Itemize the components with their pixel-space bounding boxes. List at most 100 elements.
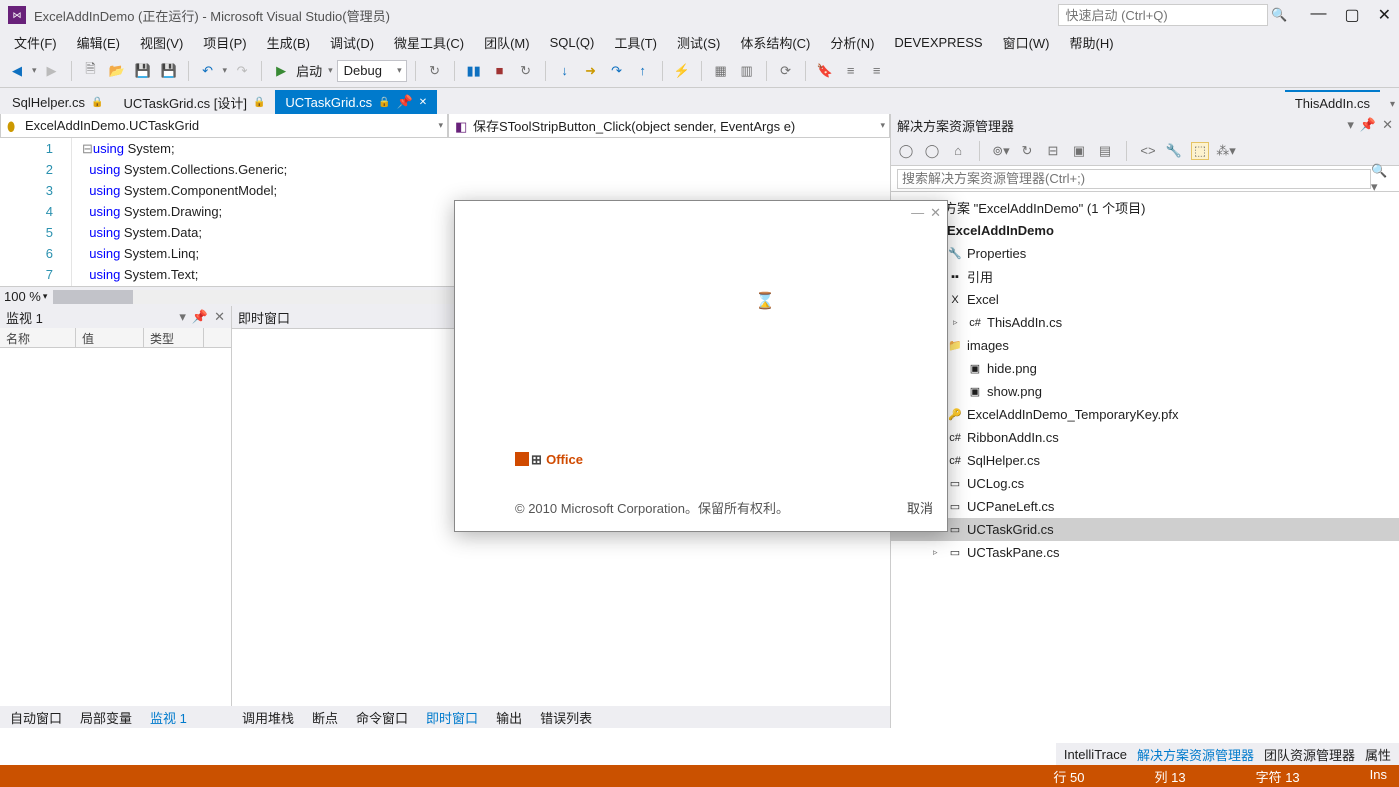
tree-item[interactable]: ▣hide.png [891, 357, 1399, 380]
tree-item[interactable]: ▪▪引用 [891, 265, 1399, 288]
panel-tab[interactable]: 错误列表 [536, 706, 596, 729]
panel-tab[interactable]: 调用堆栈 [238, 706, 298, 729]
panel-tab[interactable]: 命令窗口 [352, 706, 412, 729]
menu-item[interactable]: SQL(Q) [542, 33, 603, 52]
sync-icon[interactable]: ⊚▾ [992, 142, 1010, 160]
document-tab[interactable]: ThisAddIn.cs [1285, 90, 1380, 114]
tree-item[interactable]: 🔑ExcelAddInDemo_TemporaryKey.pfx [891, 403, 1399, 426]
minimize-icon[interactable]: — [911, 205, 924, 221]
tree-item[interactable]: 🔧Properties [891, 242, 1399, 265]
search-icon[interactable]: 🔍 [1268, 4, 1290, 26]
show-next-icon[interactable]: ➜ [580, 60, 602, 82]
menu-item[interactable]: DEVEXPRESS [886, 33, 990, 52]
watch-column-header[interactable]: 类型 [144, 328, 204, 347]
comment-icon[interactable]: ≡ [840, 60, 862, 82]
tree-item[interactable]: ▹▭UCTaskPane.cs [891, 541, 1399, 564]
menu-item[interactable]: 测试(S) [669, 31, 728, 54]
step-out-icon[interactable]: ↑ [632, 60, 654, 82]
cancel-button[interactable]: 取消 [907, 498, 933, 517]
uncomment-icon[interactable]: ≡ [866, 60, 888, 82]
panel-tab[interactable]: 自动窗口 [6, 706, 66, 729]
tree-item[interactable]: ▭UCLog.cs [891, 472, 1399, 495]
menu-item[interactable]: 视图(V) [132, 31, 191, 54]
document-tab[interactable]: UCTaskGrid.cs [设计]🔒 [113, 90, 275, 114]
pin-icon[interactable]: 📌 [397, 94, 413, 110]
watch-column-header[interactable]: 名称 [0, 328, 76, 347]
class-view-icon[interactable]: ⁂▾ [1217, 142, 1235, 160]
menu-item[interactable]: 文件(F) [6, 31, 65, 54]
menu-item[interactable]: 体系结构(C) [732, 31, 818, 54]
menu-item[interactable]: 项目(P) [195, 31, 254, 54]
menu-item[interactable]: 调试(D) [322, 31, 382, 54]
config-combo[interactable]: Debug [337, 60, 407, 82]
show-all-icon[interactable]: ▣ [1070, 142, 1088, 160]
solution-search-input[interactable] [897, 169, 1371, 189]
restart-icon[interactable]: ↻ [515, 60, 537, 82]
panel-tab[interactable]: 解决方案资源管理器 [1137, 745, 1254, 764]
zoom-level[interactable]: 100 % [4, 289, 41, 304]
menu-item[interactable]: 团队(M) [476, 31, 538, 54]
layout-icon[interactable]: ▥ [736, 60, 758, 82]
close-icon[interactable]: ✕ [1382, 117, 1393, 133]
pause-icon[interactable]: ▮▮ [463, 60, 485, 82]
menu-item[interactable]: 生成(B) [259, 31, 318, 54]
watch-column-header[interactable]: 值 [76, 328, 144, 347]
fwd-icon[interactable]: ◯ [923, 142, 941, 160]
nav-back-icon[interactable]: ◀ [6, 60, 28, 82]
menu-item[interactable]: 分析(N) [822, 31, 882, 54]
tree-item[interactable]: 📁images [891, 334, 1399, 357]
grid-icon[interactable]: ▦ [710, 60, 732, 82]
pin-icon[interactable]: 🔒 [378, 97, 390, 108]
tree-item[interactable]: ▹▭UCTaskGrid.cs [891, 518, 1399, 541]
code-icon[interactable]: <> [1139, 142, 1157, 160]
start-debug-icon[interactable]: ▶ [270, 60, 292, 82]
browser-link-icon[interactable]: ↻ [424, 60, 446, 82]
undo-icon[interactable]: ↶ [197, 60, 219, 82]
sync-doc-icon[interactable]: ⬚ [1191, 142, 1209, 160]
preview-icon[interactable]: ▤ [1096, 142, 1114, 160]
type-nav-combo[interactable]: ⬮ ExcelAddInDemo.UCTaskGrid [0, 114, 448, 138]
step-into-icon[interactable]: ↓ [554, 60, 576, 82]
quick-launch-input[interactable] [1058, 4, 1268, 26]
pin-icon[interactable]: 🔒 [253, 97, 265, 108]
close-icon[interactable]: ✕ [214, 309, 225, 325]
refresh-icon[interactable]: ↻ [1018, 142, 1036, 160]
tree-item[interactable]: ▿c#ExcelAddInDemo [891, 219, 1399, 242]
close-icon[interactable]: ✕ [419, 97, 427, 108]
watch-body[interactable] [0, 348, 231, 706]
pin-icon[interactable]: 📌 [192, 309, 208, 325]
tree-item[interactable]: ▭UCPaneLeft.cs [891, 495, 1399, 518]
bookmark-icon[interactable]: 🔖 [814, 60, 836, 82]
tree-item[interactable]: ▹c#ThisAddIn.cs [891, 311, 1399, 334]
panel-menu-icon[interactable]: ▾ [1347, 117, 1354, 133]
menu-item[interactable]: 编辑(E) [69, 31, 128, 54]
panel-menu-icon[interactable]: ▾ [179, 309, 186, 325]
search-icon[interactable]: 🔍▾ [1371, 168, 1393, 190]
menu-item[interactable]: 工具(T) [606, 31, 665, 54]
tree-item[interactable]: ⊡决方案 "ExcelAddInDemo" (1 个项目) [891, 196, 1399, 219]
redo-icon[interactable]: ↷ [231, 60, 253, 82]
panel-tab[interactable]: 断点 [308, 706, 342, 729]
solution-tree[interactable]: ⊡决方案 "ExcelAddInDemo" (1 个项目)▿c#ExcelAdd… [891, 192, 1399, 728]
tree-item[interactable]: ▿XExcel [891, 288, 1399, 311]
save-all-icon[interactable]: 💾 [158, 60, 180, 82]
tree-item[interactable]: c#RibbonAddIn.cs [891, 426, 1399, 449]
tree-item[interactable]: ▣show.png [891, 380, 1399, 403]
menu-item[interactable]: 帮助(H) [1062, 31, 1122, 54]
panel-tab[interactable]: 局部变量 [76, 706, 136, 729]
intellitrace-icon[interactable]: ⚡ [671, 60, 693, 82]
properties-icon[interactable]: 🔧 [1165, 142, 1183, 160]
tab-dropdown-icon[interactable]: ▾ [1386, 95, 1399, 114]
minimize-button[interactable]: — [1310, 5, 1326, 25]
refresh-icon[interactable]: ⟳ [775, 60, 797, 82]
collapse-icon[interactable]: ⊟ [1044, 142, 1062, 160]
panel-tab[interactable]: 属性 [1365, 745, 1391, 764]
document-tab[interactable]: UCTaskGrid.cs🔒📌✕ [275, 90, 437, 114]
panel-tab[interactable]: 输出 [492, 706, 526, 729]
nav-forward-icon[interactable]: ▶ [41, 60, 63, 82]
panel-tab[interactable]: 即时窗口 [422, 706, 482, 729]
panel-tab[interactable]: 监视 1 [146, 706, 191, 729]
pin-icon[interactable]: 📌 [1360, 117, 1376, 133]
close-button[interactable]: ✕ [1378, 5, 1391, 25]
step-over-icon[interactable]: ↷ [606, 60, 628, 82]
